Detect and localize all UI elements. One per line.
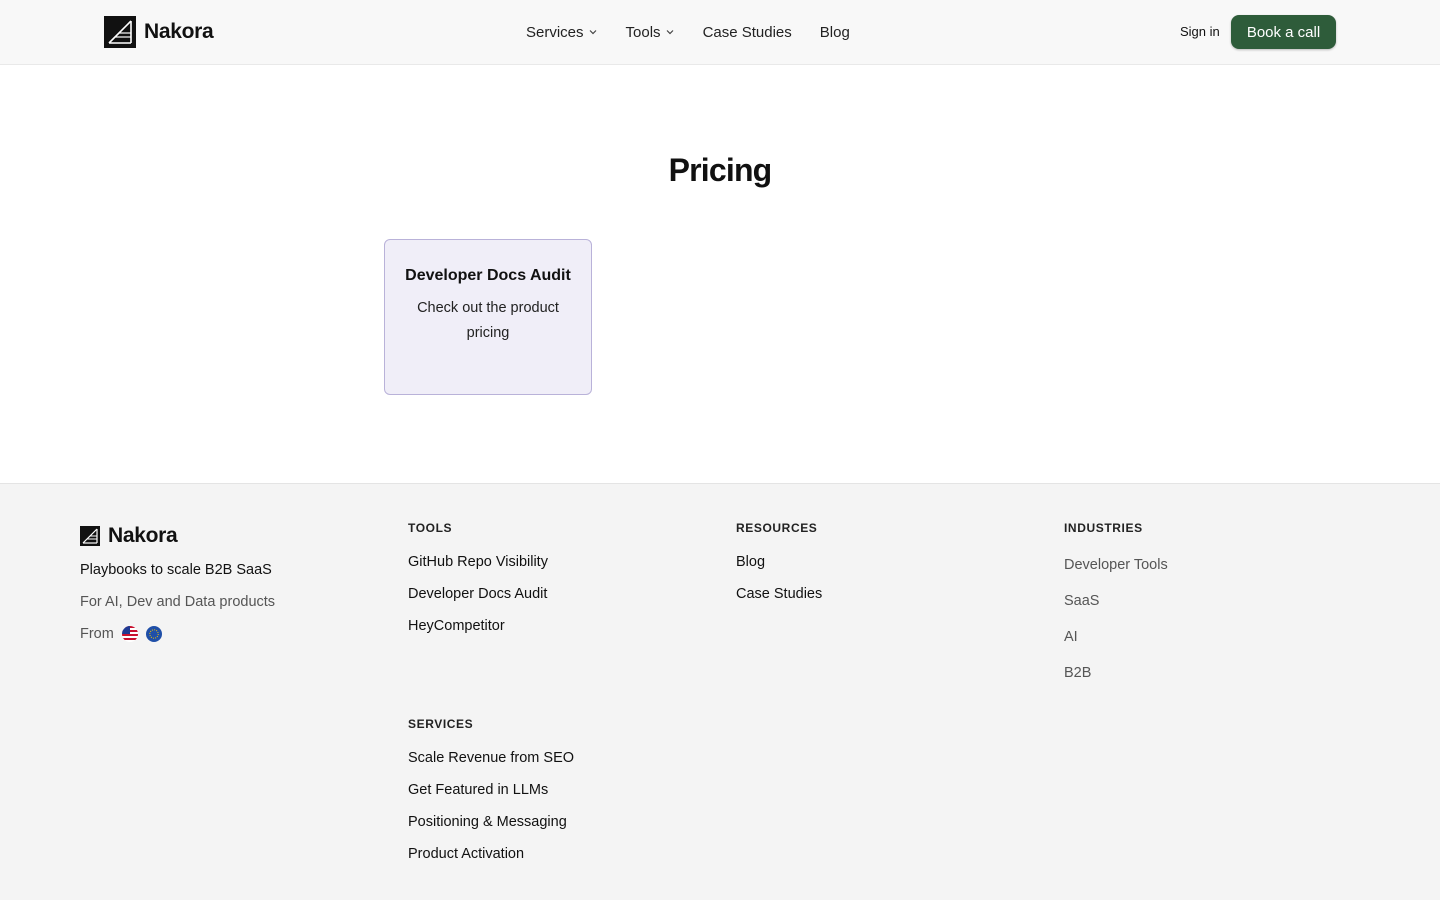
footer-services-heading: SERVICES	[408, 717, 474, 731]
footer-tagline: Playbooks to scale B2B SaaS	[80, 562, 272, 578]
footer-brand-link[interactable]: Nakora	[80, 524, 178, 548]
footer-link-get-featured-llms[interactable]: Get Featured in LLMs	[408, 782, 548, 798]
footer-link-github-repo-visibility[interactable]: GitHub Repo Visibility	[408, 554, 548, 570]
footer-resources-heading: RESOURCES	[736, 521, 818, 535]
footer-link-saas[interactable]: SaaS	[1064, 593, 1099, 609]
logo-icon	[104, 16, 136, 48]
from-label: From	[80, 626, 114, 642]
brand-link[interactable]: Nakora	[104, 16, 214, 48]
nav-tools-label: Tools	[625, 23, 661, 41]
footer-tools-heading: TOOLS	[408, 521, 453, 535]
footer-link-blog[interactable]: Blog	[736, 554, 765, 570]
sign-in-link[interactable]: Sign in	[1180, 24, 1220, 39]
footer-link-heycompetitor[interactable]: HeyCompetitor	[408, 618, 505, 634]
footer-link-developer-tools[interactable]: Developer Tools	[1064, 557, 1168, 573]
footer-link-case-studies[interactable]: Case Studies	[736, 586, 822, 602]
footer-brand-name: Nakora	[108, 524, 178, 547]
logo-icon	[80, 526, 100, 546]
nav-case-studies[interactable]: Case Studies	[703, 20, 792, 44]
footer-industries-heading: INDUSTRIES	[1064, 521, 1143, 535]
footer-link-developer-docs-audit[interactable]: Developer Docs Audit	[408, 586, 547, 602]
book-a-call-button[interactable]: Book a call	[1231, 15, 1336, 49]
chevron-down-icon	[589, 30, 596, 35]
footer-link-positioning-messaging[interactable]: Positioning & Messaging	[408, 814, 567, 830]
footer-subtext: For AI, Dev and Data products	[80, 594, 276, 610]
card-description: Check out the product pricing	[417, 300, 559, 341]
main-nav: Services Tools Case Studies Blog	[526, 20, 878, 44]
us-flag-icon	[121, 626, 138, 642]
footer-from: From	[80, 626, 162, 642]
nav-services-label: Services	[526, 23, 584, 41]
footer-link-product-activation[interactable]: Product Activation	[408, 846, 524, 862]
footer-link-b2b[interactable]: B2B	[1064, 665, 1091, 681]
footer-link-ai[interactable]: AI	[1064, 629, 1078, 645]
site-header: Nakora Services Tools Case Studies Blog …	[0, 0, 1440, 65]
brand-name: Nakora	[144, 20, 214, 43]
nav-services[interactable]: Services	[526, 20, 598, 44]
nav-tools[interactable]: Tools	[626, 20, 675, 44]
nav-blog[interactable]: Blog	[820, 20, 850, 44]
card-title: Developer Docs Audit	[405, 267, 571, 284]
site-footer: Nakora Playbooks to scale B2B SaaS For A…	[0, 483, 1440, 900]
pricing-card-developer-docs-audit[interactable]: Developer Docs Audit Check out the produ…	[384, 239, 592, 395]
chevron-down-icon	[666, 30, 673, 35]
page-title: Pricing	[668, 152, 773, 188]
eu-flag-icon	[145, 626, 162, 642]
footer-link-scale-revenue-seo[interactable]: Scale Revenue from SEO	[408, 750, 574, 766]
